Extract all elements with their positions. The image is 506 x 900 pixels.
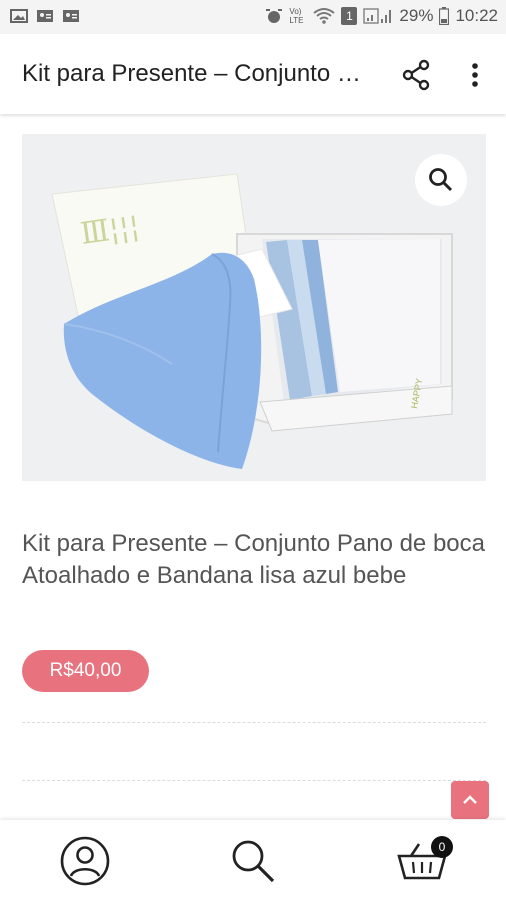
status-bar: Vo) LTE 1 29% 10:22 (0, 0, 506, 34)
share-button[interactable] (400, 58, 434, 92)
wifi-icon (313, 8, 336, 24)
divider (22, 722, 486, 723)
search-icon (429, 168, 453, 192)
page-title: Kit para Presente – Conjunto Pano de boc… (22, 60, 372, 87)
chevron-up-icon (463, 795, 477, 804)
system-icons: Vo) LTE 1 29% 10:22 (265, 6, 498, 26)
cart-button[interactable]: 0 (395, 834, 453, 888)
app-bar: Kit para Presente – Conjunto Pano de boc… (0, 34, 506, 114)
product-image[interactable]: Ⅲ¦¦¦ HAPPY (22, 134, 486, 481)
image-icon (10, 9, 28, 23)
alarm-icon (266, 9, 283, 23)
notification-icons (10, 8, 80, 24)
account-icon (60, 836, 110, 886)
search-button[interactable] (226, 834, 280, 888)
contact-card-icon (37, 10, 53, 22)
scroll-to-top-button[interactable] (451, 781, 489, 819)
volte-icon: Vo) LTE (289, 7, 304, 25)
more-vert-icon (472, 63, 478, 87)
clock: 10:22 (455, 6, 498, 25)
zoom-button[interactable] (415, 154, 467, 206)
more-options-button[interactable] (462, 58, 488, 92)
contact-card-icon (63, 10, 79, 22)
battery-icon (439, 7, 450, 25)
bottom-nav: 0 (0, 820, 506, 900)
signal-icon (363, 8, 392, 24)
notification-icon: 1 (341, 7, 358, 25)
battery-percent: 29% (399, 6, 434, 25)
cart-count-badge: 0 (431, 836, 453, 858)
search-icon (232, 840, 275, 883)
account-button[interactable] (58, 834, 112, 888)
divider (22, 780, 486, 781)
product-title: Kit para Presente – Conjunto Pano de boc… (22, 530, 485, 589)
price-badge: R$40,00 (22, 650, 149, 692)
share-icon (402, 59, 430, 91)
